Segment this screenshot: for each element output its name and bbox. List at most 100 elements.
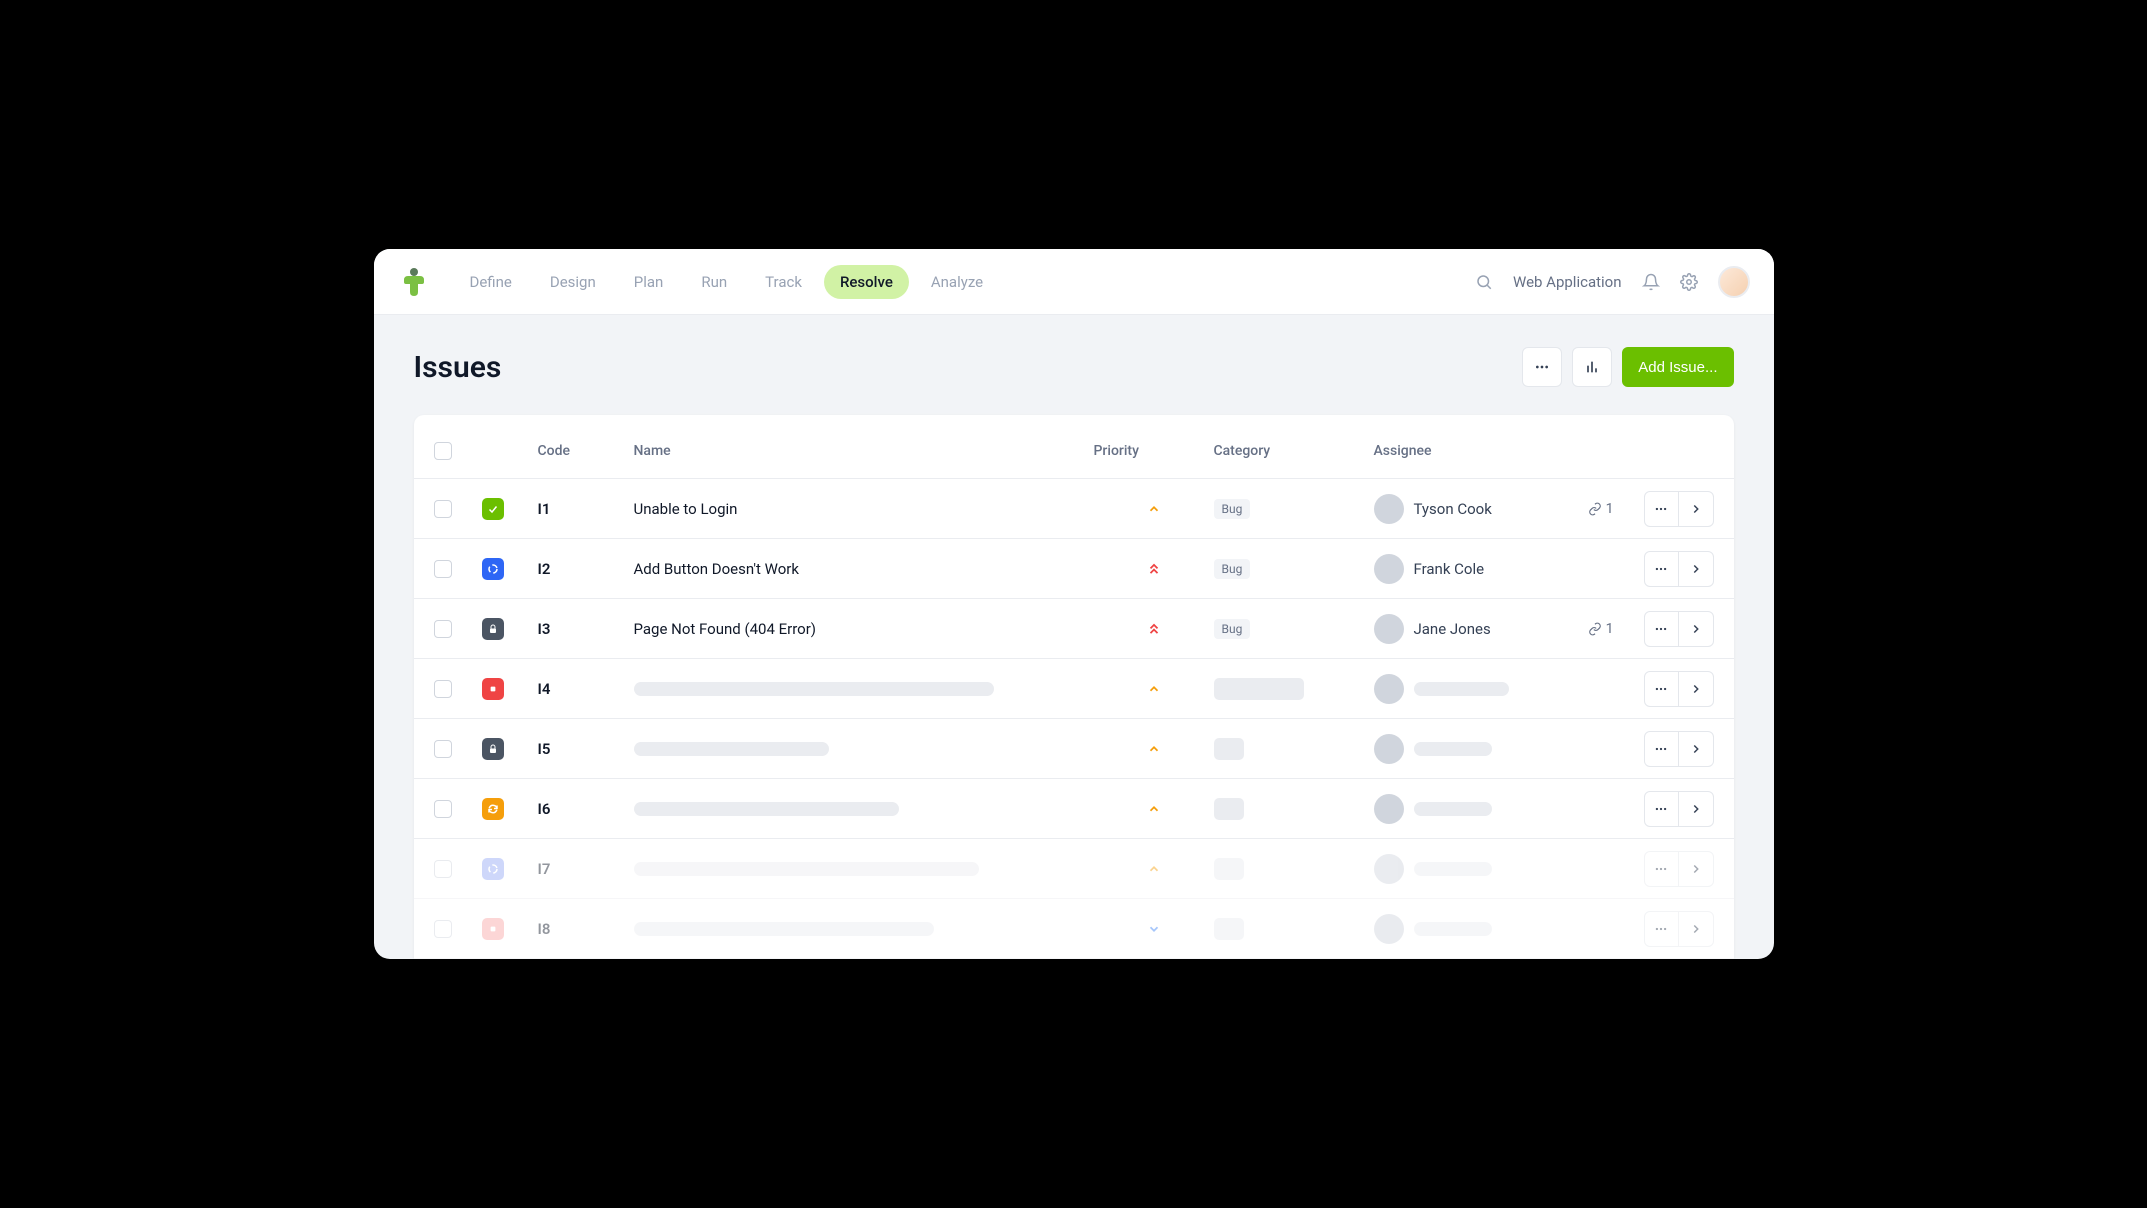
row-checkbox[interactable] [434,680,452,698]
priority-medium-icon [1094,502,1214,516]
table-row[interactable]: I8 [414,899,1734,959]
row-checkbox[interactable] [434,620,452,638]
row-actions [1644,911,1714,947]
status-lock-icon [482,738,504,760]
assignee-avatar [1374,914,1404,944]
row-more-button[interactable] [1645,852,1679,886]
issue-code: I1 [538,500,634,518]
skeleton-name [634,742,829,756]
skeleton-assignee [1414,682,1509,696]
row-open-button[interactable] [1679,792,1713,826]
nav-tab-analyze[interactable]: Analyze [915,265,999,299]
row-checkbox[interactable] [434,920,452,938]
row-open-button[interactable] [1679,492,1713,526]
issue-name: Page Not Found (404 Error) [634,620,1094,638]
bell-icon[interactable] [1642,273,1660,291]
more-options-button[interactable] [1522,347,1562,387]
nav-tabs: DefineDesignPlanRunTrackResolveAnalyze [454,265,1000,299]
row-checkbox[interactable] [434,500,452,518]
link-count: 1 [1588,621,1614,637]
row-more-button[interactable] [1645,912,1679,946]
table-row[interactable]: I6 [414,779,1734,839]
col-category: Category [1214,443,1374,459]
row-actions [1644,611,1714,647]
row-open-button[interactable] [1679,912,1713,946]
user-avatar[interactable] [1718,266,1750,298]
row-actions [1644,731,1714,767]
priority-medium-icon [1094,862,1214,876]
category-badge: Bug [1214,499,1251,519]
status-refresh-icon [482,798,504,820]
assignee-name: Tyson Cook [1414,500,1492,518]
row-more-button[interactable] [1645,672,1679,706]
table-row[interactable]: I5 [414,719,1734,779]
status-stop-icon [482,678,504,700]
search-icon[interactable] [1475,273,1493,291]
skeleton-name [634,682,994,696]
row-more-button[interactable] [1645,792,1679,826]
gear-icon[interactable] [1680,273,1698,291]
col-priority: Priority [1094,443,1214,459]
skeleton-category [1214,678,1304,700]
table-row[interactable]: I3Page Not Found (404 Error)BugJane Jone… [414,599,1734,659]
row-open-button[interactable] [1679,672,1713,706]
table-row[interactable]: I2Add Button Doesn't WorkBugFrank Cole [414,539,1734,599]
logo [398,266,430,298]
chart-view-button[interactable] [1572,347,1612,387]
assignee-avatar [1374,794,1404,824]
skeleton-category [1214,738,1244,760]
row-more-button[interactable] [1645,612,1679,646]
skeleton-category [1214,798,1244,820]
nav-tab-define[interactable]: Define [454,265,528,299]
row-open-button[interactable] [1679,732,1713,766]
issue-code: I5 [538,740,634,758]
add-issue-button[interactable]: Add Issue... [1622,347,1733,387]
topbar-right: Web Application [1475,266,1750,298]
page-body: Issues Add Issue... Code Name Priority [374,315,1774,959]
status-check-icon [482,498,504,520]
skeleton-assignee [1414,862,1492,876]
row-open-button[interactable] [1679,612,1713,646]
nav-tab-plan[interactable]: Plan [618,265,680,299]
project-selector[interactable]: Web Application [1513,273,1622,291]
skeleton-category [1214,858,1244,880]
row-open-button[interactable] [1679,552,1713,586]
skeleton-name [634,862,979,876]
skeleton-category [1214,918,1244,940]
issues-table: Code Name Priority Category Assignee I1U… [414,423,1734,959]
col-code: Code [538,443,634,459]
skeleton-assignee [1414,742,1492,756]
table-row[interactable]: I7 [414,839,1734,899]
nav-tab-design[interactable]: Design [534,265,612,299]
row-checkbox[interactable] [434,740,452,758]
row-checkbox[interactable] [434,860,452,878]
table-row[interactable]: I1Unable to LoginBugTyson Cook 1 [414,479,1734,539]
row-actions [1644,491,1714,527]
assignee-avatar [1374,554,1404,584]
row-checkbox[interactable] [434,800,452,818]
row-open-button[interactable] [1679,852,1713,886]
nav-tab-run[interactable]: Run [685,265,743,299]
row-actions [1644,851,1714,887]
row-more-button[interactable] [1645,492,1679,526]
nav-tab-track[interactable]: Track [749,265,818,299]
row-checkbox[interactable] [434,560,452,578]
row-more-button[interactable] [1645,552,1679,586]
row-actions [1644,791,1714,827]
col-assignee: Assignee [1374,443,1614,459]
priority-high-icon [1094,620,1214,638]
table-header: Code Name Priority Category Assignee [414,423,1734,479]
status-lock-icon [482,618,504,640]
select-all-checkbox[interactable] [434,442,452,460]
assignee-avatar [1374,494,1404,524]
status-loading2-icon [482,858,504,880]
table-row[interactable]: I4 [414,659,1734,719]
issue-code: I4 [538,680,634,698]
assignee-avatar [1374,674,1404,704]
page-title: Issues [414,350,1523,385]
nav-tab-resolve[interactable]: Resolve [824,265,909,299]
issue-name: Add Button Doesn't Work [634,560,1094,578]
assignee-avatar [1374,734,1404,764]
assignee-avatar [1374,854,1404,884]
row-more-button[interactable] [1645,732,1679,766]
